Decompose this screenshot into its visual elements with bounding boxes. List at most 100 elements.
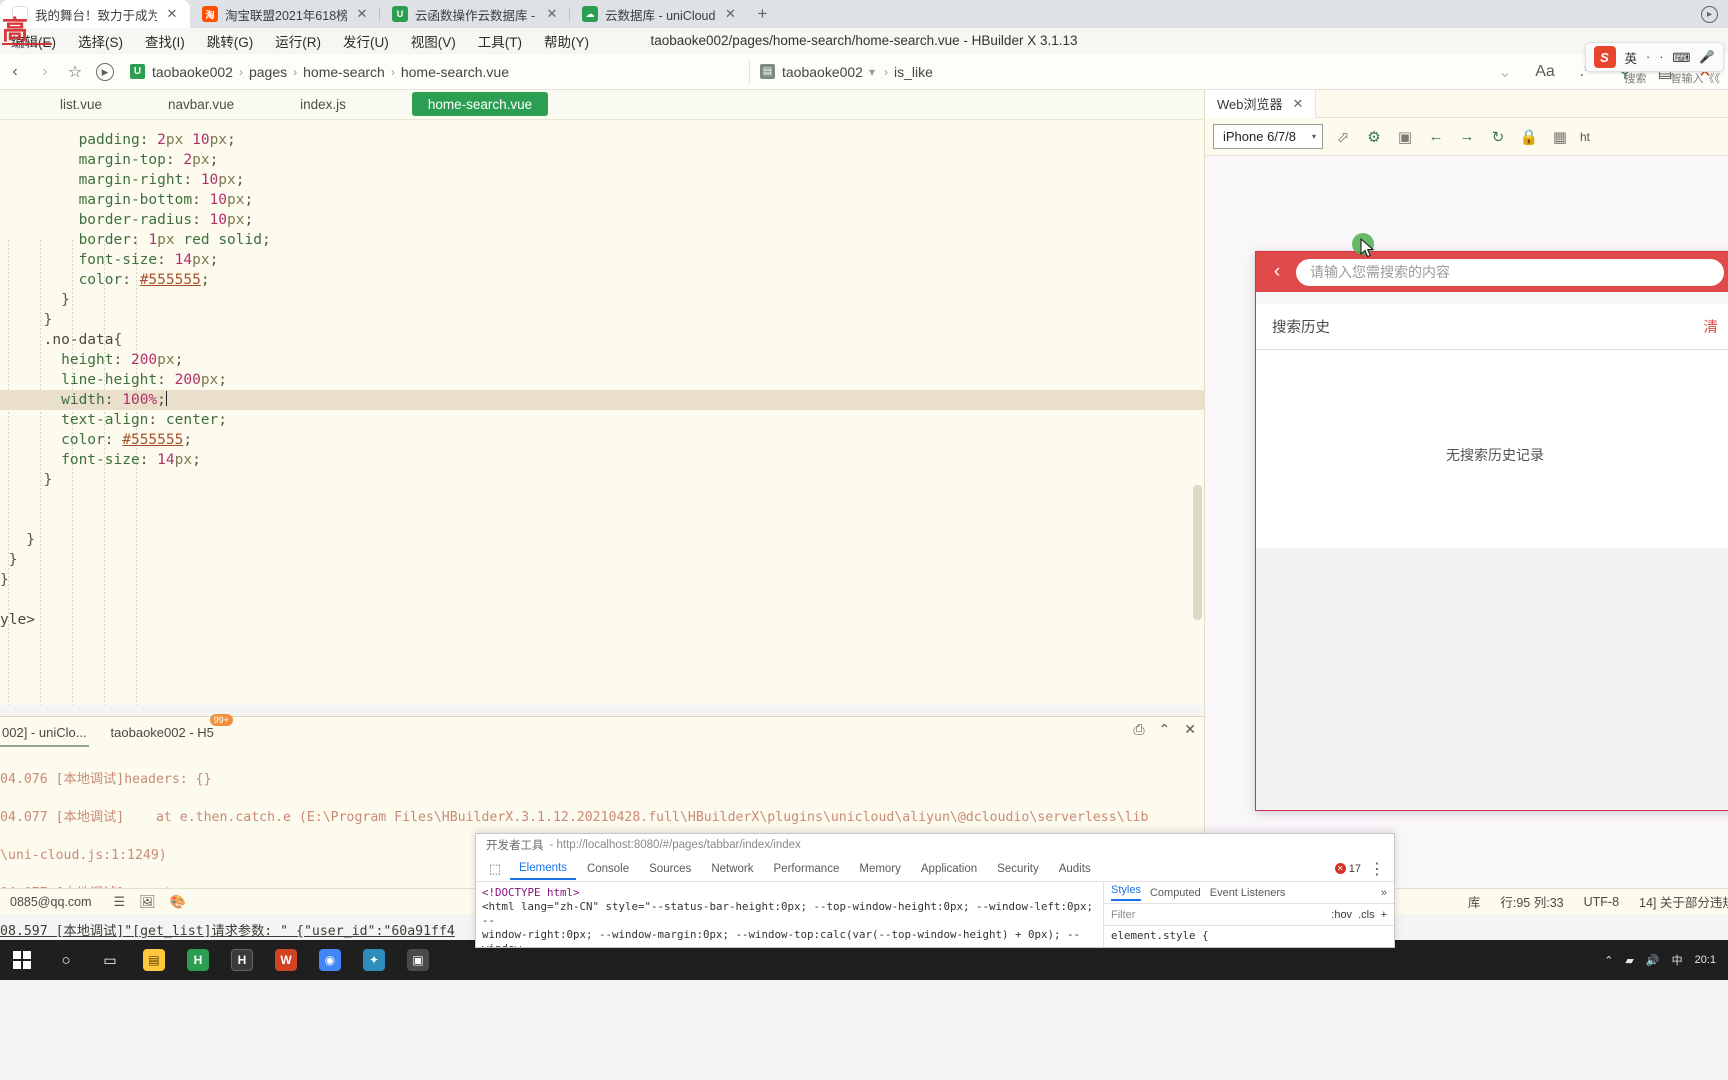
styles-tab-computed[interactable]: Computed <box>1150 887 1201 899</box>
menu-item-view[interactable]: 视图(V) <box>400 31 467 51</box>
popout-icon[interactable]: ⬀ <box>1332 126 1354 148</box>
close-icon[interactable]: ✕ <box>722 6 738 22</box>
error-count-badge[interactable]: ✕ 17 <box>1334 863 1361 875</box>
url-input[interactable]: ht <box>1580 130 1590 144</box>
taskbar-file-explorer[interactable]: ▤ <box>132 940 176 980</box>
menu-item-tools[interactable]: 工具(T) <box>467 31 533 51</box>
editor-tab-home-search[interactable]: home-search.vue <box>411 92 549 116</box>
menu-item-goto[interactable]: 跳转(G) <box>196 31 265 51</box>
styles-tab-event-listeners[interactable]: Event Listeners <box>1210 887 1286 899</box>
extension-icon[interactable]: ▸ <box>1701 5 1718 23</box>
taskbar-terminal[interactable]: ▣ <box>396 940 440 980</box>
taskbar-search-button[interactable]: ○ <box>44 940 88 980</box>
new-tab-button[interactable]: + <box>748 0 776 28</box>
taskbar-wps[interactable]: W <box>264 940 308 980</box>
grid-icon[interactable]: ▦ <box>1549 126 1571 148</box>
web-browser-tab[interactable]: Web浏览器 ✕ <box>1205 89 1317 118</box>
ime-lang-label[interactable]: 英 <box>1625 48 1638 67</box>
breadcrumb-item-pages[interactable]: pages <box>249 64 287 80</box>
browser-tab-2[interactable]: U 云函数操作云数据库 - uni-app官 ✕ <box>380 0 570 28</box>
chevron-up-icon[interactable]: ⌃ <box>1159 721 1171 738</box>
taskbar-task-view-button[interactable]: ▭ <box>88 940 132 980</box>
styles-more-icon[interactable]: » <box>1381 887 1387 899</box>
taskbar-clock[interactable]: 20:1 <box>1695 954 1716 967</box>
elements-tree[interactable]: <!DOCTYPE html> <html lang="zh-CN" style… <box>476 882 1104 947</box>
symbol-caret-icon[interactable]: ▾ <box>866 65 878 79</box>
devtools-tab-network[interactable]: Network <box>702 859 762 879</box>
taskbar-hbuilder-alt[interactable]: H <box>220 940 264 980</box>
browser-tab-1[interactable]: 淘 淘宝联盟2021年618榜单物料说 ✕ <box>190 0 380 28</box>
ime-switch-label[interactable]: 智输入《《 <box>1671 70 1721 86</box>
search-input[interactable]: 请输入您需搜索的内容 <box>1296 258 1724 286</box>
menu-item-find[interactable]: 查找(I) <box>134 31 196 51</box>
clear-history-button[interactable]: 清 <box>1704 316 1719 337</box>
reload-icon[interactable]: ↻ <box>1487 126 1509 148</box>
lock-icon[interactable]: 🔒 <box>1518 126 1540 148</box>
close-icon[interactable]: ✕ <box>164 6 180 22</box>
editor-tab-navbar[interactable]: navbar.vue <box>118 90 250 119</box>
ime-dot-2[interactable]: · <box>1659 50 1663 64</box>
breadcrumb-item-folder[interactable]: home-search <box>303 64 385 80</box>
menu-item-run[interactable]: 运行(R) <box>264 31 332 51</box>
ime-dot-1[interactable]: · <box>1646 50 1650 64</box>
breadcrumb-item-project[interactable]: taobaoke002 <box>152 64 233 80</box>
close-icon[interactable]: ✕ <box>354 6 370 22</box>
palette-icon[interactable]: 🎨 <box>170 894 186 910</box>
menu-item-select[interactable]: 选择(S) <box>67 31 134 51</box>
start-button[interactable] <box>0 940 44 980</box>
style-rule[interactable]: element.style { <box>1104 926 1394 945</box>
devtools-tab-audits[interactable]: Audits <box>1050 859 1100 879</box>
taskbar-chrome[interactable]: ◉ <box>308 940 352 980</box>
device-selector[interactable]: iPhone 6/7/8 ▾ <box>1213 124 1323 149</box>
more-icon[interactable]: ⋮ <box>1369 859 1385 879</box>
star-icon[interactable]: ☆ <box>60 57 90 87</box>
symbol-name[interactable]: is_like <box>894 64 933 80</box>
breadcrumb-item-file[interactable]: home-search.vue <box>401 64 509 80</box>
menu-item-help[interactable]: 帮助(Y) <box>533 31 600 51</box>
styles-filter-input[interactable]: Filter <box>1111 909 1325 921</box>
inspect-icon[interactable]: ⬚ <box>482 858 508 880</box>
devtools-tab-sources[interactable]: Sources <box>640 859 700 879</box>
taskbar-vscode[interactable]: ✦ <box>352 940 396 980</box>
font-size-icon[interactable]: Aa <box>1530 57 1560 87</box>
clear-icon[interactable]: ✕ <box>1184 721 1196 738</box>
chevron-up-icon[interactable]: ⌃ <box>1604 954 1613 967</box>
editor-scrollbar[interactable] <box>1193 485 1202 620</box>
console-log-text[interactable]: 08.597 [本地调试]"[get_list]请求参数: " {"user_i… <box>0 924 455 939</box>
editor-tab-index[interactable]: index.js <box>250 90 362 119</box>
browser-tab-3[interactable]: ☁ 云数据库 - uniCloud ✕ <box>570 0 749 28</box>
menu-item-publish[interactable]: 发行(U) <box>332 31 400 51</box>
ime-keyboard-icon[interactable]: ⌨ <box>1672 50 1690 65</box>
ime-mic-icon[interactable]: 🎤 <box>1699 50 1715 65</box>
styles-tab-styles[interactable]: Styles <box>1111 884 1141 901</box>
chevron-down-icon[interactable]: ⌄ <box>1490 57 1520 87</box>
devtools-tab-console[interactable]: Console <box>578 859 638 879</box>
devtools-tab-performance[interactable]: Performance <box>765 859 849 879</box>
status-encoding[interactable]: UTF-8 <box>1574 895 1629 909</box>
list-icon[interactable]: ☰ <box>114 894 126 910</box>
status-cursor-position[interactable]: 行:95 列:33 <box>1490 892 1573 911</box>
new-style-rule-button[interactable]: + <box>1381 909 1387 921</box>
code-editor[interactable]: .........padding: 2px 10px; .........mar… <box>0 120 1204 705</box>
ime-icon[interactable]: 中 <box>1672 952 1683 968</box>
network-icon[interactable]: ▰ <box>1625 954 1633 967</box>
console-tab-unicloud[interactable]: 002] - uniClo... <box>0 721 89 747</box>
run-icon[interactable]: ▸ <box>96 62 114 81</box>
taskbar-hbuilderx[interactable]: H <box>176 940 220 980</box>
ime-search-label[interactable]: 搜索 <box>1625 70 1647 86</box>
devtools-tab-elements[interactable]: Elements <box>510 858 576 880</box>
console-tab-h5[interactable]: taobaoke002 - H5 99+ <box>109 713 233 744</box>
back-arrow-icon[interactable]: ← <box>1425 126 1447 148</box>
editor-tab-list[interactable]: list.vue <box>0 90 118 119</box>
console-icon[interactable]: ▣ <box>1394 126 1416 148</box>
devtools-tab-application[interactable]: Application <box>912 859 986 879</box>
volume-icon[interactable]: 🔊 <box>1646 954 1660 967</box>
symbol-project[interactable]: taobaoke002 <box>782 64 863 80</box>
close-icon[interactable]: ✕ <box>1293 96 1304 112</box>
class-toggle[interactable]: .cls <box>1358 909 1375 921</box>
devtools-tab-memory[interactable]: Memory <box>850 859 910 879</box>
hover-state-toggle[interactable]: :hov <box>1331 909 1352 921</box>
devtools-tab-security[interactable]: Security <box>988 859 1048 879</box>
gear-icon[interactable]: ⚙ <box>1363 126 1385 148</box>
image-icon[interactable]: 🖼 <box>139 894 156 910</box>
